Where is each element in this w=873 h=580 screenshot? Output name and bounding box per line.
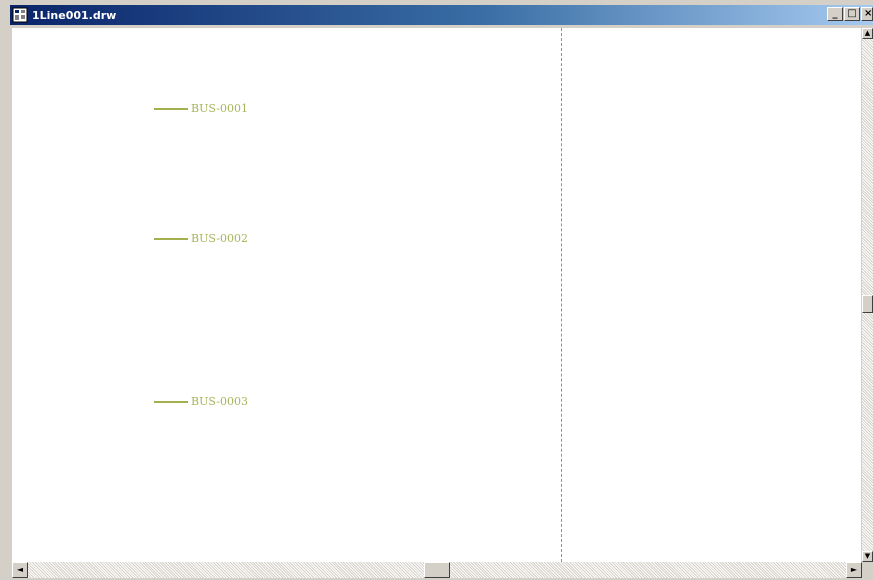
scrollbar-corner <box>862 562 873 578</box>
bus-line[interactable] <box>154 400 188 403</box>
horizontal-scroll-thumb[interactable] <box>424 562 450 578</box>
vertical-scroll-thumb[interactable] <box>862 295 873 313</box>
scroll-down-arrow-icon[interactable]: ▼ <box>862 551 873 562</box>
bus-element[interactable]: BUS-0002 <box>154 232 248 245</box>
drawing-window: 1Line001.drw _ □ × BUS-0001 BUS-0002 BUS… <box>0 0 873 580</box>
bus-element[interactable]: BUS-0001 <box>154 102 248 115</box>
scroll-up-arrow-icon[interactable]: ▲ <box>862 28 873 39</box>
bus-element[interactable]: BUS-0003 <box>154 395 248 408</box>
title-bar[interactable]: 1Line001.drw _ □ × <box>10 5 873 25</box>
scroll-left-arrow-icon[interactable]: ◄ <box>12 562 28 578</box>
bus-label[interactable]: BUS-0003 <box>191 395 248 408</box>
minimize-button[interactable]: _ <box>827 7 843 21</box>
window-controls: _ □ × <box>827 7 873 21</box>
bus-label[interactable]: BUS-0001 <box>191 102 248 115</box>
window-title: 1Line001.drw <box>32 8 117 22</box>
drawing-document-icon[interactable] <box>12 7 28 23</box>
close-button[interactable]: × <box>861 7 873 21</box>
page-boundary-line <box>561 28 562 562</box>
horizontal-scrollbar[interactable]: ◄ ► <box>12 562 862 578</box>
vertical-scrollbar[interactable]: ▲ ▼ <box>862 28 873 562</box>
bus-line[interactable] <box>154 107 188 110</box>
bus-line[interactable] <box>154 237 188 240</box>
maximize-button[interactable]: □ <box>844 7 860 21</box>
drawing-canvas[interactable]: BUS-0001 BUS-0002 BUS-0003 <box>12 28 861 562</box>
scroll-right-arrow-icon[interactable]: ► <box>846 562 862 578</box>
bus-label[interactable]: BUS-0002 <box>191 232 248 245</box>
